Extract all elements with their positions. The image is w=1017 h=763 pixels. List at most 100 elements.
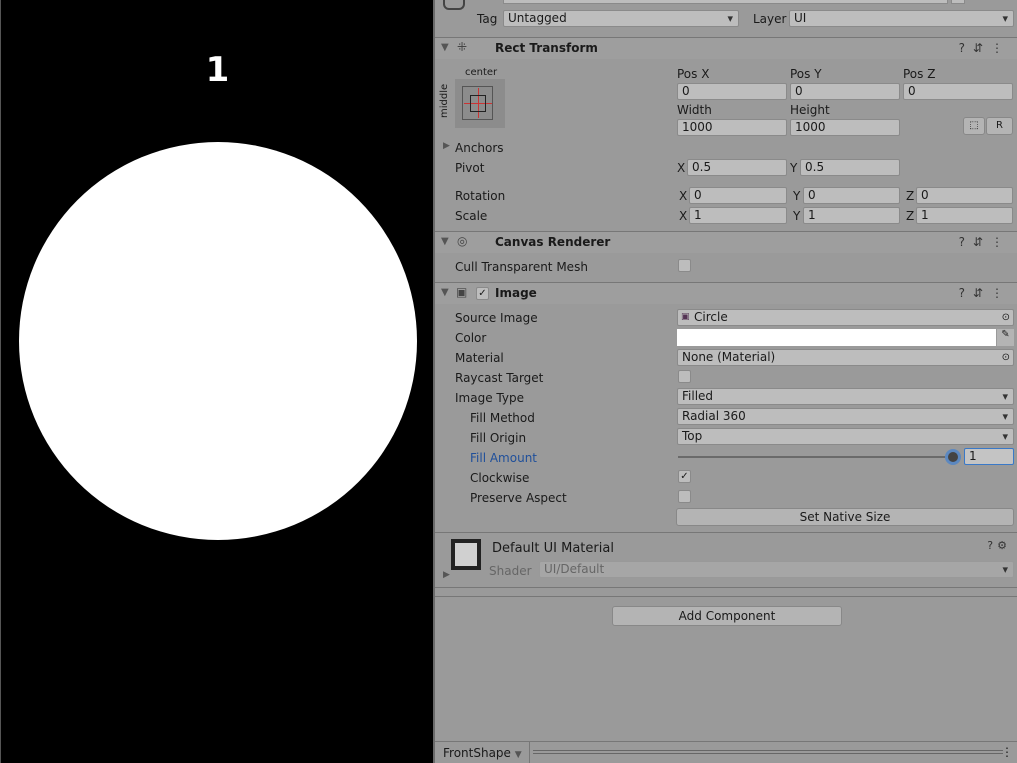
tag-label: Tag (477, 12, 498, 26)
fill-amount-label: Fill Amount (470, 451, 538, 465)
scale-label: Scale (455, 209, 488, 223)
component-menu-icons[interactable]: ?⇵⋮ (959, 286, 1011, 300)
color-label: Color (455, 331, 487, 345)
axis-x: X (677, 161, 686, 175)
material-label: Material (455, 351, 504, 365)
pos-z-label: Pos Z (903, 67, 936, 81)
scale-z-field[interactable]: 1 (916, 207, 1013, 224)
rect-transform-header[interactable]: ▼ ⁜ Rect Transform ?⇵⋮ (435, 37, 1017, 59)
eyedropper-icon[interactable]: ✎ (997, 329, 1014, 346)
pivot-label: Pivot (455, 161, 485, 175)
static-checkbox[interactable] (951, 0, 965, 4)
pos-y-label: Pos Y (790, 67, 822, 81)
axis-z: Z (906, 209, 915, 223)
material-title: Default UI Material (492, 541, 614, 556)
shader-label: Shader (489, 564, 532, 578)
collapse-icon[interactable]: ▼ (441, 42, 449, 53)
fill-origin-dropdown[interactable]: Top (677, 428, 1014, 445)
rotation-y-field[interactable]: 0 (803, 187, 900, 204)
collapse-icon[interactable]: ▼ (441, 236, 449, 247)
fill-amount-slider-track[interactable] (678, 456, 953, 458)
object-name-dropdown[interactable]: FrontShape ▼ (435, 742, 530, 763)
cull-checkbox[interactable] (678, 259, 691, 272)
preserve-aspect-checkbox[interactable] (678, 490, 691, 503)
rotation-x-field[interactable]: 0 (689, 187, 787, 204)
source-image-label: Source Image (455, 311, 538, 325)
blueprint-mode-button[interactable]: ⬚ (963, 117, 985, 135)
raycast-label: Raycast Target (455, 371, 544, 385)
width-label: Width (677, 103, 712, 117)
material-menu-icons[interactable]: ?⚙ (987, 539, 1011, 552)
expand-icon[interactable]: ▶ (443, 570, 450, 580)
canvas-renderer-icon: ◎ (457, 234, 468, 248)
collapse-icon[interactable]: ▼ (441, 287, 449, 298)
object-picker-icon[interactable]: ⊙ (1002, 350, 1010, 365)
color-field[interactable] (677, 329, 996, 346)
fill-amount-field[interactable]: 1 (964, 448, 1014, 465)
raw-edit-button[interactable]: R (986, 117, 1013, 135)
component-title: Rect Transform (495, 41, 598, 55)
canvas-renderer-header[interactable]: ▼ ◎ Canvas Renderer ?⇵⋮ (435, 231, 1017, 253)
set-native-size-button[interactable]: Set Native Size (676, 508, 1014, 526)
pivot-x-field[interactable]: 0.5 (687, 159, 787, 176)
component-title: Image (495, 286, 537, 300)
object-picker-icon[interactable]: ⊙ (1002, 310, 1010, 325)
material-value: None (Material) (682, 350, 776, 364)
name-field[interactable] (503, 0, 948, 4)
scale-y-field[interactable]: 1 (803, 207, 900, 224)
object-name: FrontShape (443, 746, 511, 760)
material-field[interactable]: None (Material) ⊙ (677, 349, 1014, 366)
inspector-panel: Tag Untagged Layer UI ▼ ⁜ Rect Transform… (433, 0, 1017, 763)
fill-method-dropdown[interactable]: Radial 360 (677, 408, 1014, 425)
component-title: Canvas Renderer (495, 235, 611, 249)
layer-label: Layer (753, 12, 787, 26)
axis-y: Y (793, 209, 801, 223)
clockwise-label: Clockwise (470, 471, 530, 485)
height-field[interactable]: 1000 (790, 119, 900, 136)
rotation-label: Rotation (455, 189, 506, 203)
layer-dropdown[interactable]: UI (789, 10, 1014, 27)
circle-image (19, 142, 417, 540)
footer-bar: FrontShape ▼ ⋮ (435, 741, 1017, 763)
clockwise-checkbox[interactable]: ✓ (678, 470, 691, 483)
pivot-y-field[interactable]: 0.5 (800, 159, 900, 176)
fill-amount-slider-handle[interactable] (945, 449, 961, 465)
axis-x: X (679, 209, 688, 223)
more-icon[interactable]: ⋮ (1001, 745, 1013, 759)
fill-label: 1 (205, 50, 230, 90)
pos-x-field[interactable]: 0 (677, 83, 787, 100)
preserve-aspect-label: Preserve Aspect (470, 491, 567, 505)
rotation-z-field[interactable]: 0 (916, 187, 1013, 204)
image-header[interactable]: ▼ ▣ ✓ Image ?⇵⋮ (435, 282, 1017, 304)
image-enabled-checkbox[interactable]: ✓ (476, 287, 489, 300)
anchor-presets-button[interactable] (455, 79, 505, 128)
gameobject-icon (443, 0, 465, 10)
fill-method-label: Fill Method (470, 411, 535, 425)
tag-dropdown[interactable]: Untagged (503, 10, 739, 27)
image-type-label: Image Type (455, 391, 524, 405)
material-preview (451, 539, 481, 570)
axis-y: Y (793, 189, 801, 203)
raycast-checkbox[interactable] (678, 370, 691, 383)
component-menu-icons[interactable]: ?⇵⋮ (959, 235, 1011, 249)
resize-handle[interactable] (533, 750, 1003, 754)
image-component-icon: ▣ (456, 285, 468, 299)
source-image-field[interactable]: ▣ Circle ⊙ (677, 309, 1014, 326)
pos-x-label: Pos X (677, 67, 710, 81)
anchor-h-label: center (465, 67, 498, 78)
pos-z-field[interactable]: 0 (903, 83, 1013, 100)
width-field[interactable]: 1000 (677, 119, 787, 136)
rect-transform-icon: ⁜ (457, 40, 468, 54)
image-type-dropdown[interactable]: Filled (677, 388, 1014, 405)
component-menu-icons[interactable]: ?⇵⋮ (959, 41, 1011, 55)
expand-icon[interactable]: ▶ (443, 141, 450, 151)
fill-origin-label: Fill Origin (470, 431, 527, 445)
shader-dropdown[interactable]: UI/Default (539, 561, 1014, 578)
scale-x-field[interactable]: 1 (689, 207, 787, 224)
add-component-button[interactable]: Add Component (612, 606, 842, 626)
sprite-icon: ▣ (681, 312, 690, 322)
pos-y-field[interactable]: 0 (790, 83, 900, 100)
anchors-foldout[interactable]: Anchors (455, 141, 504, 155)
chevron-down-icon: ▼ (514, 750, 522, 760)
game-view: 1 (0, 0, 433, 763)
